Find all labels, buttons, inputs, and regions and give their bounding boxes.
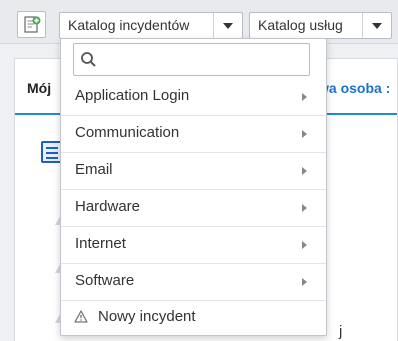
tab-new-person-link[interactable]: wa osoba : <box>318 80 390 96</box>
incident-catalog-dropdown-toggle[interactable] <box>214 13 242 38</box>
caret-down-icon <box>372 22 383 29</box>
menu-item-communication[interactable]: Communication <box>61 116 326 153</box>
incident-catalog-dropdown: Application Login Communication Email Ha… <box>60 38 327 336</box>
chevron-right-icon <box>302 93 307 101</box>
menu-item-internet[interactable]: Internet <box>61 227 326 264</box>
incident-catalog-label[interactable]: Katalog incydentów <box>60 13 215 38</box>
menu-item-label: Hardware <box>75 198 141 215</box>
menu-item-label: Communication <box>75 124 180 141</box>
chevron-right-icon <box>302 130 307 138</box>
row-text-fragment: j <box>339 323 343 340</box>
caret-down-icon <box>223 22 234 29</box>
tab-my[interactable]: Mój <box>27 80 51 96</box>
warning-icon <box>74 310 88 323</box>
new-incident-label: Nowy incydent <box>98 308 196 325</box>
new-ticket-button[interactable] <box>17 11 46 38</box>
service-catalog-dropdown-toggle[interactable] <box>363 13 391 38</box>
incident-catalog-button[interactable]: Katalog incydentów <box>59 12 243 39</box>
service-catalog-label[interactable]: Katalog usług <box>250 13 364 38</box>
category-menu: Application Login Communication Email Ha… <box>61 79 326 301</box>
search-box[interactable] <box>73 43 310 76</box>
menu-item-software[interactable]: Software <box>61 264 326 301</box>
chevron-right-icon <box>302 278 307 286</box>
menu-item-label: Internet <box>75 235 126 252</box>
menu-item-label: Email <box>75 161 113 178</box>
search-input[interactable] <box>102 48 302 72</box>
chevron-right-icon <box>302 204 307 212</box>
menu-item-label: Software <box>75 272 135 289</box>
menu-item-label: Application Login <box>75 87 190 104</box>
new-incident-item[interactable]: Nowy incydent <box>61 300 326 336</box>
chevron-right-icon <box>302 167 307 175</box>
menu-item-application-login[interactable]: Application Login <box>61 79 326 116</box>
chevron-right-icon <box>302 241 307 249</box>
menu-item-hardware[interactable]: Hardware <box>61 190 326 227</box>
service-catalog-button[interactable]: Katalog usług <box>249 12 392 39</box>
search-icon <box>81 52 96 67</box>
new-document-icon <box>23 15 40 33</box>
menu-item-email[interactable]: Email <box>61 153 326 190</box>
